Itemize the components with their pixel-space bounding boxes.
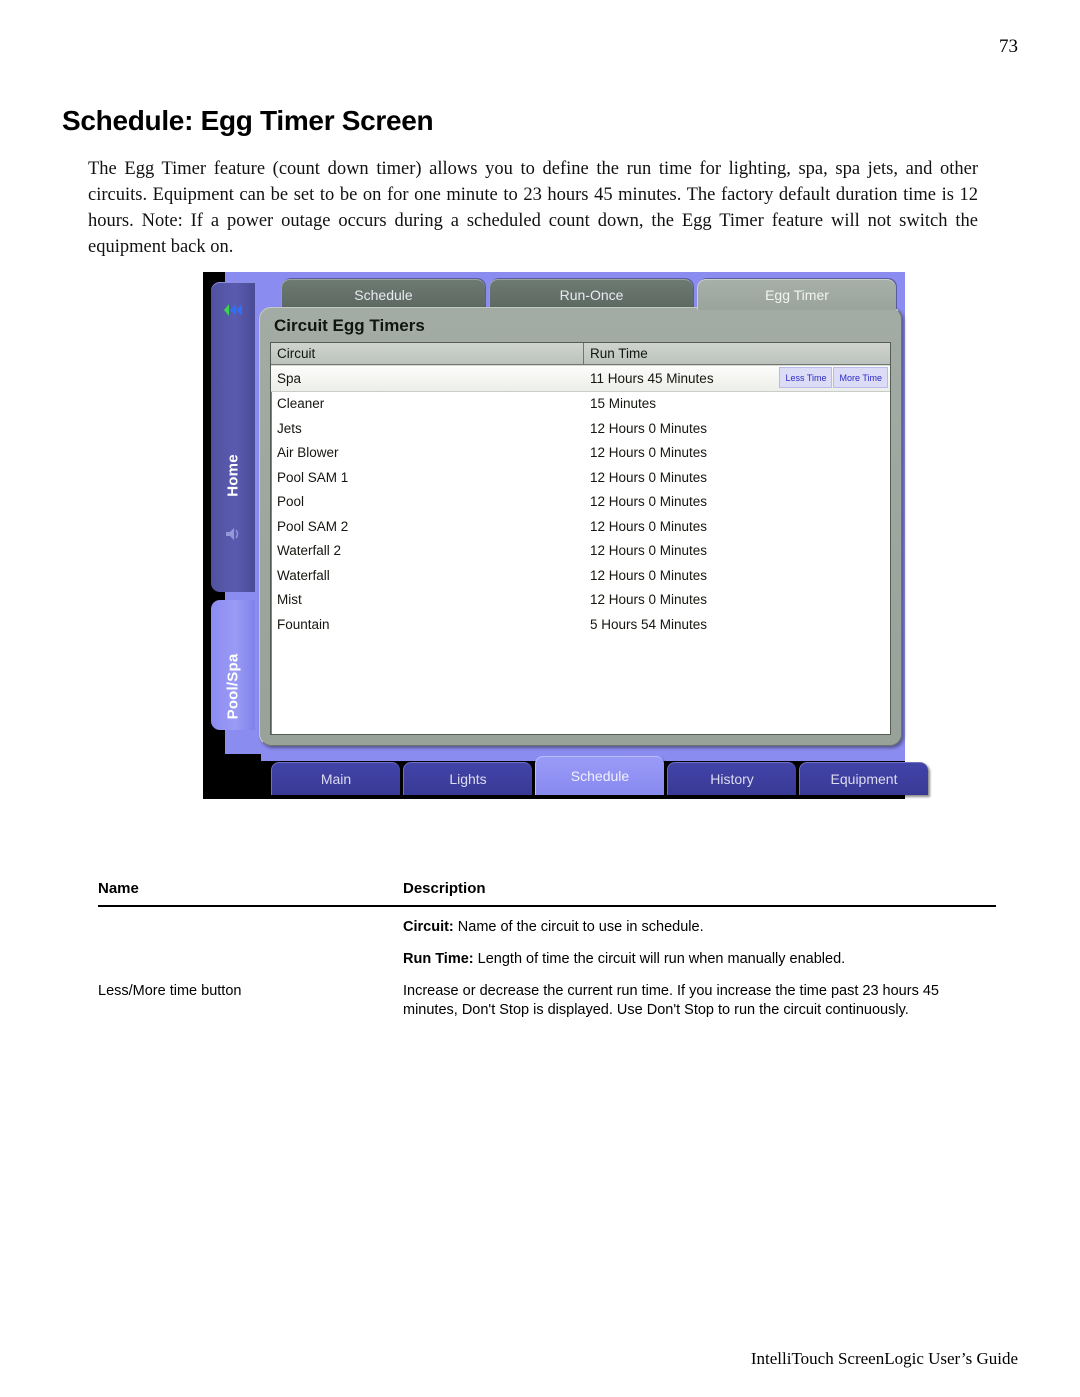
nav-button-main[interactable]: Main: [271, 762, 400, 795]
cell-run-time: 15 Minutes: [590, 396, 657, 412]
sidebar-item-poolspa-label: Pool/Spa: [224, 653, 242, 720]
cell-circuit: Cleaner: [277, 396, 325, 412]
tab-egg-timer[interactable]: Egg Timer: [697, 279, 896, 310]
nav-button-main-label: Main: [320, 771, 352, 787]
cell-run-time: 12 Hours 0 Minutes: [590, 445, 708, 461]
cell-run-time: 12 Hours 0 Minutes: [590, 592, 708, 608]
description-row: Circuit: Name of the circuit to use in s…: [98, 918, 996, 937]
description-body: Increase or decrease the current run tim…: [403, 983, 939, 1018]
table-body: Spa 11 Hours 45 Minutes Less Time More Time…: [271, 365, 890, 734]
nav-button-lights[interactable]: Lights: [403, 762, 532, 795]
nav-button-lights-label: Lights: [449, 771, 487, 787]
table-row[interactable]: Air Blower 12 Hours 0 Minutes: [271, 441, 890, 466]
tab-run-once[interactable]: Run-Once: [489, 279, 693, 310]
cell-run-time: 12 Hours 0 Minutes: [590, 567, 708, 583]
description-header-description: Description: [403, 880, 486, 897]
description-text: Run Time: Length of time the circuit wil…: [403, 950, 996, 969]
description-table-rows: Circuit: Name of the circuit to use in s…: [98, 918, 996, 1020]
circuit-egg-timer-table: Circuit Run Time Spa 11 Hours 45 Minutes L…: [270, 342, 891, 735]
table-row[interactable]: Jets 12 Hours 0 Minutes: [271, 416, 890, 441]
table-row[interactable]: Pool SAM 1 12 Hours 0 Minutes: [271, 465, 890, 490]
cell-circuit: Mist: [277, 592, 302, 608]
table-row[interactable]: Fountain 5 Hours 54 Minutes: [271, 612, 890, 637]
description-body: Name of the circuit to use in schedule.: [453, 919, 704, 935]
nav-button-equipment[interactable]: Equipment: [799, 762, 928, 795]
description-name: [98, 950, 403, 969]
description-term: Run Time:: [403, 951, 474, 967]
cell-circuit: Pool SAM 1: [277, 469, 349, 485]
nav-button-schedule-label: Schedule: [570, 768, 630, 784]
sidebar-item-home-label: Home: [224, 454, 242, 497]
description-text: Increase or decrease the current run tim…: [403, 982, 996, 1020]
page-footer: IntelliTouch ScreenLogic User’s Guide: [750, 1349, 1018, 1368]
cell-circuit: Spa: [277, 370, 302, 386]
cell-circuit: Pool: [277, 494, 305, 510]
description-body: Length of time the circuit will run when…: [473, 951, 846, 967]
table-row[interactable]: Pool 12 Hours 0 Minutes: [271, 490, 890, 515]
description-row: Less/More time button Increase or decreas…: [98, 982, 996, 1020]
more-time-button[interactable]: More Time: [833, 367, 888, 388]
table-row[interactable]: Pool SAM 2 12 Hours 0 Minutes: [271, 514, 890, 539]
cell-circuit: Air Blower: [277, 445, 339, 461]
table-row[interactable]: Spa 11 Hours 45 Minutes Less Time More Time: [271, 365, 890, 392]
egg-timer-panel: Circuit Egg Timers Circuit Run Time Spa 1…: [259, 307, 902, 746]
side-rail: Home Pool/Spa: [211, 282, 255, 752]
column-header-run-time: Run Time: [590, 346, 648, 361]
description-name: Less/More time button: [98, 983, 242, 999]
tab-egg-timer-label: Egg Timer: [765, 287, 829, 303]
description-name: [98, 918, 403, 937]
column-header-circuit: Circuit: [271, 343, 584, 364]
cell-circuit: Waterfall 2: [277, 543, 342, 559]
description-table-header: Name Description: [98, 880, 996, 905]
less-time-button[interactable]: Less Time: [779, 367, 833, 388]
bottom-navigation: Main Lights Schedule History Equipment: [261, 754, 928, 799]
arrow-right-diamond-icon: [222, 300, 244, 320]
tab-run-once-label: Run-Once: [559, 287, 624, 303]
sidebar-item-home[interactable]: Home: [211, 282, 255, 592]
tab-strip: Schedule Run-Once Egg Timer: [281, 279, 896, 310]
intro-paragraph: The Egg Timer feature (count down timer)…: [88, 158, 978, 257]
cell-circuit: Fountain: [277, 616, 330, 632]
nav-button-schedule[interactable]: Schedule: [535, 756, 664, 795]
tab-schedule-label: Schedule: [354, 287, 413, 303]
speaker-icon: [223, 525, 243, 543]
table-row[interactable]: Mist 12 Hours 0 Minutes: [271, 588, 890, 613]
cell-circuit: Waterfall: [277, 567, 330, 583]
description-table-rule: [98, 905, 996, 907]
cell-run-time: 12 Hours 0 Minutes: [590, 494, 708, 510]
table-row[interactable]: Cleaner 15 Minutes: [271, 392, 890, 417]
page-title: Schedule: Egg Timer Screen: [62, 104, 434, 136]
description-row: Run Time: Length of time the circuit wil…: [98, 950, 996, 969]
time-adjust-buttons: Less Time More Time: [778, 367, 888, 388]
sidebar-item-poolspa[interactable]: Pool/Spa: [211, 600, 255, 730]
description-term: Circuit:: [403, 919, 454, 935]
table-header-row: Circuit Run Time: [271, 343, 890, 365]
nav-button-history[interactable]: History: [667, 762, 796, 795]
nav-button-equipment-label: Equipment: [830, 771, 898, 787]
description-text: Circuit: Name of the circuit to use in s…: [403, 918, 996, 937]
device-screenshot: Home Pool/Spa Schedule Run-Once Egg Time…: [203, 272, 928, 799]
description-header-name: Name: [98, 880, 139, 897]
cell-run-time: 12 Hours 0 Minutes: [590, 469, 708, 485]
panel-heading: Circuit Egg Timers: [274, 316, 425, 335]
page-number: 73: [999, 36, 1018, 57]
cell-run-time: 5 Hours 54 Minutes: [590, 616, 708, 632]
cell-run-time: 12 Hours 0 Minutes: [590, 543, 708, 559]
table-row[interactable]: Waterfall 2 12 Hours 0 Minutes: [271, 539, 890, 564]
table-row[interactable]: Waterfall 12 Hours 0 Minutes: [271, 563, 890, 588]
nav-button-history-label: History: [710, 771, 754, 787]
cell-run-time: 12 Hours 0 Minutes: [590, 518, 708, 534]
cell-circuit: Jets: [277, 420, 302, 436]
cell-run-time: 12 Hours 0 Minutes: [590, 420, 708, 436]
tab-schedule[interactable]: Schedule: [281, 279, 485, 310]
cell-circuit: Pool SAM 2: [277, 518, 349, 534]
description-table: Name Description Circuit: Name of the ci…: [98, 880, 996, 1033]
